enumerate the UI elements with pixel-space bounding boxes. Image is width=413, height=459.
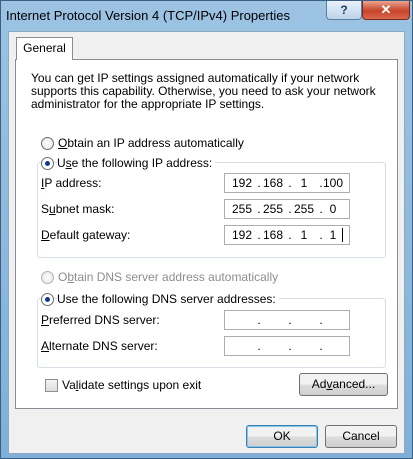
- ip-address-input[interactable]: 255. 255. 255. 0: [224, 199, 350, 219]
- ip-octet: 1: [300, 176, 308, 190]
- advanced-button[interactable]: Advanced...: [299, 373, 388, 396]
- octet-separator: .: [288, 313, 292, 327]
- title-bar[interactable]: Internet Protocol Version 4 (TCP/IPv4) P…: [1, 1, 412, 31]
- static-dns-group: [37, 298, 386, 368]
- ip-octet: 0: [329, 202, 337, 216]
- octet-separator: .: [319, 339, 323, 353]
- ip-octet: 255: [231, 202, 253, 216]
- field-label: Preferred DNS server:: [41, 313, 160, 327]
- close-icon: ✕: [380, 2, 392, 17]
- use-static-ip-label[interactable]: Use the following IP address:: [57, 156, 216, 170]
- obtain-dns-auto-label[interactable]: Obtain DNS server address automatically: [58, 270, 278, 284]
- ip-address-input[interactable]: ...: [224, 336, 350, 356]
- general-tab-panel: You can get IP settings assigned automat…: [15, 59, 398, 409]
- field-label: Subnet mask:: [41, 202, 115, 216]
- intro-text: You can get IP settings assigned automat…: [31, 71, 376, 111]
- dialog-client-area: General You can get IP settings assigned…: [8, 31, 405, 454]
- octet-separator: .: [319, 313, 323, 327]
- use-static-dns-radio[interactable]: [41, 293, 54, 306]
- ok-button[interactable]: OK: [246, 425, 318, 448]
- octet-separator: .: [257, 313, 261, 327]
- field-label: Alternate DNS server:: [41, 339, 158, 353]
- octet-separator: .: [288, 339, 292, 353]
- obtain-ip-auto-radio[interactable]: [41, 137, 54, 150]
- ip-octet: 168: [262, 228, 284, 242]
- use-static-dns-label[interactable]: Use the following DNS server addresses:: [57, 292, 279, 306]
- validate-settings-checkbox[interactable]: [45, 379, 58, 392]
- obtain-dns-auto-radio[interactable]: [41, 271, 54, 284]
- ip-octet: 100: [322, 176, 344, 190]
- obtain-ip-auto-label[interactable]: Obtain an IP address automatically: [58, 136, 244, 150]
- help-button[interactable]: ?: [326, 1, 362, 20]
- octet-separator: .: [257, 339, 261, 353]
- use-static-ip-radio[interactable]: [41, 157, 54, 170]
- ip-octet: 192: [231, 228, 253, 242]
- cancel-button[interactable]: Cancel: [325, 425, 397, 448]
- ip-octet: 255: [262, 202, 284, 216]
- text-caret: [342, 228, 343, 242]
- field-label: Default gateway:: [41, 228, 131, 242]
- window-title: Internet Protocol Version 4 (TCP/IPv4) P…: [6, 8, 290, 23]
- tab-general[interactable]: General: [16, 37, 73, 60]
- ip-address-input[interactable]: 192. 168. 1. 100: [224, 173, 350, 193]
- ip-address-input[interactable]: 192. 168. 1. 1: [224, 225, 350, 245]
- ip-address-input[interactable]: ...: [224, 310, 350, 330]
- ip-octet: 168: [262, 176, 284, 190]
- ip-octet: 192: [231, 176, 253, 190]
- ip-octet: 255: [293, 202, 315, 216]
- validate-settings-label[interactable]: Validate settings upon exit: [62, 378, 201, 392]
- field-label: IP address:: [41, 176, 102, 190]
- close-button[interactable]: ✕: [362, 1, 410, 20]
- ip-octet: 1: [300, 228, 308, 242]
- dialog-window: Internet Protocol Version 4 (TCP/IPv4) P…: [0, 0, 413, 459]
